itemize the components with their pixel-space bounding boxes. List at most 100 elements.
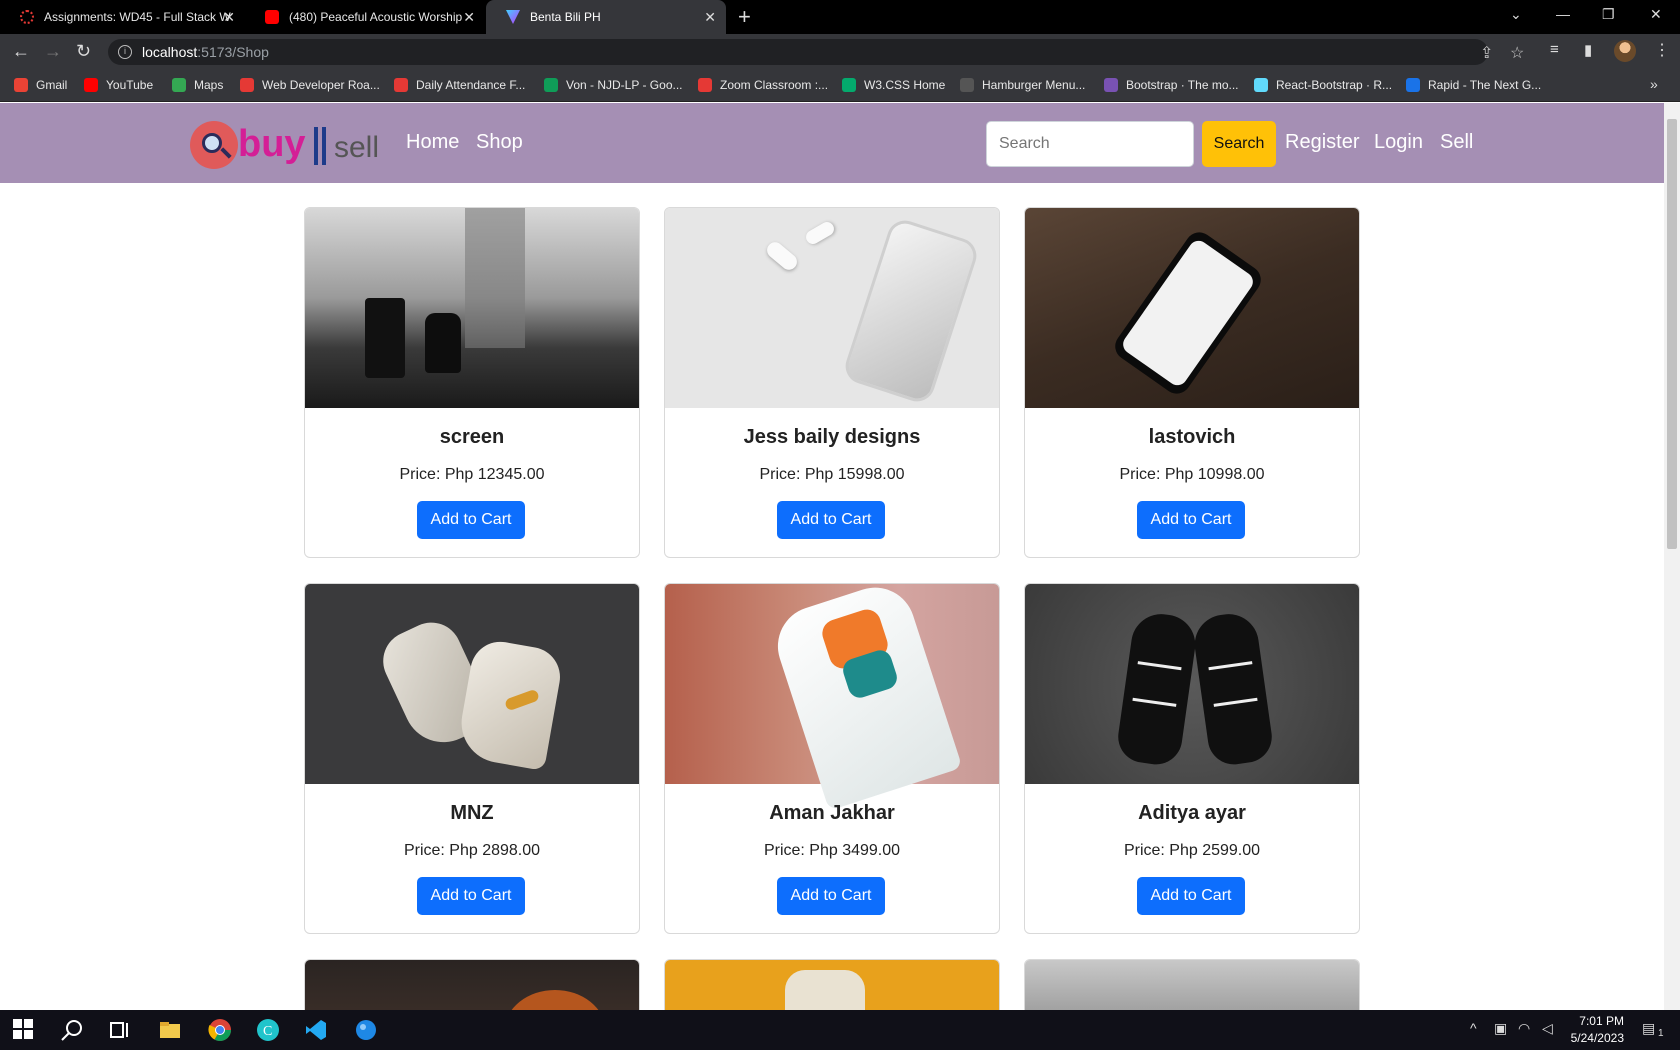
- notification-count: 1: [1658, 1028, 1664, 1039]
- search-icon[interactable]: [60, 1018, 84, 1042]
- svg-text:C: C: [263, 1024, 272, 1039]
- close-icon[interactable]: ✕: [704, 9, 716, 26]
- bookmark-item[interactable]: Von - NJD-LP - Goo...: [544, 78, 683, 92]
- tab-title: Assignments: WD45 - Full Stack W: [44, 10, 231, 24]
- browser-tab[interactable]: (480) Peaceful Acoustic Worship ✕: [245, 0, 485, 34]
- bookmark-item[interactable]: Rapid - The Next G...: [1406, 78, 1541, 92]
- nav-register[interactable]: Register: [1285, 131, 1359, 154]
- bookmark-item[interactable]: W3.CSS Home: [842, 78, 945, 92]
- bookmark-item[interactable]: Gmail: [14, 78, 67, 92]
- react-icon: [1254, 78, 1268, 92]
- side-panel-icon[interactable]: ▮: [1584, 41, 1592, 59]
- product-image[interactable]: [1025, 960, 1359, 1010]
- menu-icon[interactable]: ⋮: [1654, 40, 1670, 60]
- add-to-cart-button[interactable]: Add to Cart: [777, 501, 885, 539]
- chrome-icon[interactable]: [208, 1018, 232, 1042]
- canvas-icon: [394, 78, 408, 92]
- product-title: Aman Jakhar: [769, 802, 895, 824]
- task-view-icon[interactable]: [108, 1018, 132, 1042]
- meet-icon[interactable]: ▣: [1494, 1020, 1507, 1037]
- nav-shop[interactable]: Shop: [476, 131, 523, 154]
- coffee-maker-shape: [365, 298, 405, 378]
- add-to-cart-button[interactable]: Add to Cart: [417, 877, 525, 915]
- more-bookmarks-icon[interactable]: »: [1650, 76, 1658, 92]
- media-queue-icon[interactable]: ≡: [1550, 41, 1559, 58]
- logo-divider: [314, 127, 326, 165]
- nav-home[interactable]: Home: [406, 131, 459, 154]
- magnifier-icon: [202, 133, 222, 153]
- add-to-cart-button[interactable]: Add to Cart: [777, 877, 885, 915]
- browser-tab-active[interactable]: Benta Bili PH ✕: [486, 0, 726, 34]
- bookmark-item[interactable]: Zoom Classroom :...: [698, 78, 828, 92]
- bookmark-item[interactable]: Maps: [172, 78, 223, 92]
- show-hidden-icons[interactable]: ^: [1470, 1020, 1477, 1036]
- profile-avatar[interactable]: [1614, 40, 1636, 62]
- site-navbar: buy sell Home Shop Search Register Login…: [0, 103, 1664, 183]
- product-image[interactable]: [1025, 208, 1359, 408]
- product-image[interactable]: [665, 584, 999, 811]
- bookmark-label: Zoom Classroom :...: [720, 78, 829, 92]
- product-image[interactable]: [305, 584, 639, 784]
- product-title: Jess baily designs: [743, 426, 921, 448]
- bookmark-item[interactable]: React-Bootstrap · R...: [1254, 78, 1392, 92]
- product-title: MNZ: [450, 802, 494, 824]
- restore-icon[interactable]: ❐: [1602, 6, 1615, 23]
- vscode-icon[interactable]: [304, 1018, 328, 1042]
- sheets-icon: [544, 78, 558, 92]
- reload-icon[interactable]: ↻: [76, 41, 91, 62]
- forward-icon[interactable]: →: [44, 41, 62, 62]
- bookmark-label: Hamburger Menu...: [982, 78, 1086, 92]
- product-card: MNZ Price: Php 2898.00 Add to Cart: [304, 583, 640, 934]
- add-to-cart-button[interactable]: Add to Cart: [417, 501, 525, 539]
- file-explorer-icon[interactable]: [158, 1018, 182, 1042]
- nav-login[interactable]: Login: [1374, 131, 1423, 154]
- bookmark-item[interactable]: Web Developer Roa...: [240, 78, 380, 92]
- scrollbar-thumb[interactable]: [1667, 119, 1677, 549]
- add-to-cart-button[interactable]: Add to Cart: [1137, 501, 1245, 539]
- close-icon[interactable]: ✕: [223, 9, 235, 26]
- bookmarks-bar: Gmail YouTube Maps Web Developer Roa... …: [0, 70, 1680, 102]
- address-bar[interactable]: i localhost:5173/Shop ⇪ ☆: [108, 39, 1524, 65]
- product-image[interactable]: [1025, 584, 1359, 784]
- search-input[interactable]: [986, 121, 1194, 167]
- bookmark-item[interactable]: Daily Attendance F...: [394, 78, 525, 92]
- product-image[interactable]: [305, 960, 639, 1010]
- info-icon[interactable]: i: [118, 45, 132, 59]
- back-icon[interactable]: ←: [12, 41, 30, 62]
- notification-icon[interactable]: ▤: [1642, 1020, 1655, 1037]
- bookmark-label: Maps: [194, 78, 224, 92]
- add-to-cart-button[interactable]: Add to Cart: [1137, 877, 1245, 915]
- bookmark-star-icon[interactable]: ☆: [1510, 43, 1524, 63]
- bookmark-item[interactable]: Hamburger Menu...: [960, 78, 1085, 92]
- app-icon[interactable]: [354, 1018, 378, 1042]
- page-scrollbar[interactable]: [1664, 103, 1680, 1010]
- bookmark-item[interactable]: Bootstrap · The mo...: [1104, 78, 1239, 92]
- site-logo[interactable]: buy sell: [190, 119, 380, 171]
- close-icon[interactable]: ✕: [463, 9, 475, 26]
- search-button[interactable]: Search: [1202, 121, 1276, 167]
- minimize-icon[interactable]: —: [1556, 6, 1570, 22]
- laces-shape: [1132, 661, 1182, 707]
- browser-tab[interactable]: Assignments: WD45 - Full Stack W ✕: [0, 0, 245, 34]
- volume-icon[interactable]: ◁: [1542, 1020, 1553, 1037]
- clock-time[interactable]: 7:01 PM: [1566, 1014, 1624, 1028]
- tab-search-icon[interactable]: ⌄: [1510, 6, 1522, 23]
- wifi-icon[interactable]: ◠: [1518, 1020, 1530, 1037]
- rapid-icon: [1406, 78, 1420, 92]
- bootstrap-icon: [1104, 78, 1118, 92]
- canva-icon[interactable]: C: [256, 1018, 280, 1042]
- product-card: Jess baily designs Price: Php 15998.00 A…: [664, 207, 1000, 558]
- product-image[interactable]: [305, 208, 639, 408]
- share-icon[interactable]: ⇪: [1480, 43, 1493, 63]
- close-window-icon[interactable]: ✕: [1650, 6, 1662, 23]
- product-image[interactable]: [665, 960, 999, 1010]
- clock-date[interactable]: 5/24/2023: [1560, 1031, 1624, 1045]
- windows-start-icon[interactable]: [12, 1018, 36, 1042]
- nav-sell[interactable]: Sell: [1440, 131, 1473, 154]
- canvas-icon: [698, 78, 712, 92]
- product-card: [304, 959, 640, 1010]
- bookmark-item[interactable]: YouTube: [84, 78, 153, 92]
- product-image[interactable]: [665, 208, 999, 408]
- new-tab-button[interactable]: +: [738, 4, 751, 30]
- bookmark-label: Von - NJD-LP - Goo...: [566, 78, 683, 92]
